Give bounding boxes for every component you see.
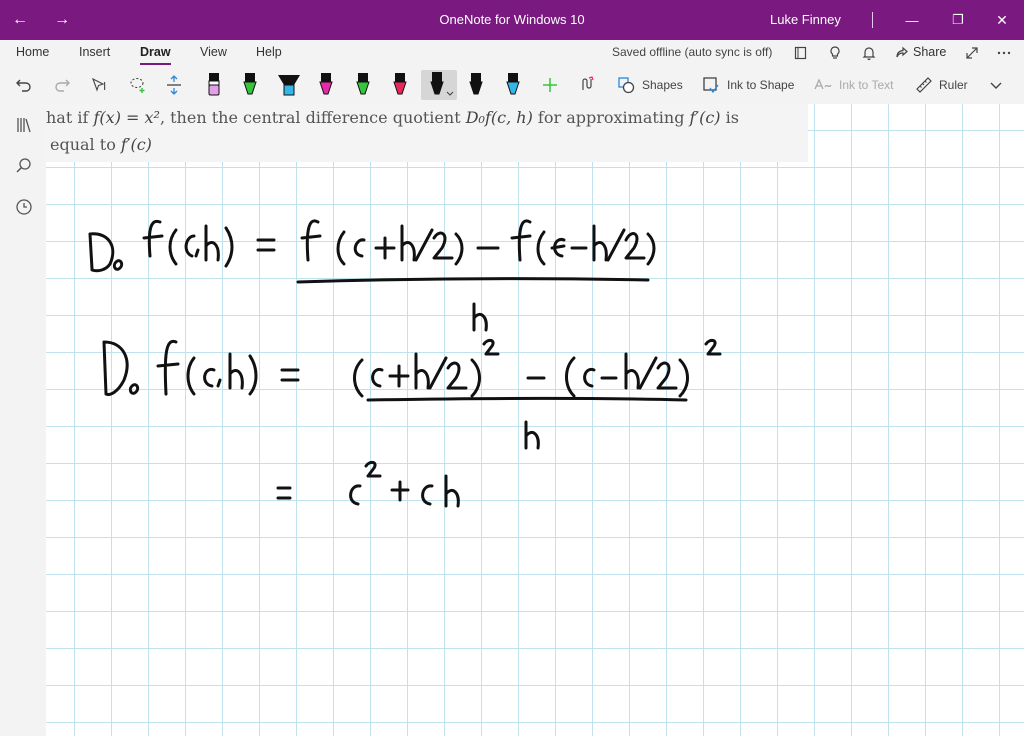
title-bar: ← → OneNote for Windows 10 Luke Finney —…: [0, 0, 1024, 40]
navigation-sidebar: [0, 104, 46, 736]
shapes-icon[interactable]: [612, 70, 640, 100]
tab-home[interactable]: Home: [16, 40, 49, 66]
ink-line-2: [102, 338, 722, 450]
tab-insert[interactable]: Insert: [79, 40, 110, 66]
sync-status: Saved offline (auto sync is off): [612, 45, 773, 59]
more-options-icon[interactable]: [994, 43, 1014, 63]
add-pen-icon[interactable]: [536, 70, 564, 100]
pen-cyan-icon[interactable]: [275, 70, 303, 100]
redo-icon[interactable]: [48, 70, 76, 100]
pen-black-2-icon[interactable]: [462, 70, 490, 100]
notebooks-icon[interactable]: [13, 114, 35, 136]
handwritten-ink[interactable]: [46, 104, 1024, 736]
tab-view[interactable]: View: [200, 40, 227, 66]
user-name[interactable]: Luke Finney: [770, 0, 841, 40]
ruler-icon[interactable]: [910, 70, 938, 100]
ink-replay-icon[interactable]: [574, 70, 602, 100]
bell-icon[interactable]: [859, 43, 879, 63]
undo-icon[interactable]: [10, 70, 38, 100]
lightbulb-icon[interactable]: [825, 43, 845, 63]
minimize-icon[interactable]: —: [892, 0, 932, 40]
pen-cyan-2-icon[interactable]: [499, 70, 527, 100]
app-title: OneNote for Windows 10: [439, 12, 585, 27]
close-icon[interactable]: ✕: [982, 0, 1022, 40]
share-button[interactable]: Share: [913, 40, 946, 66]
draw-toolbar: I Shapes Ink to Shape Ink to Text Ruler: [0, 66, 1024, 105]
add-space-icon[interactable]: [160, 70, 188, 100]
lasso-select-icon[interactable]: [124, 70, 152, 100]
search-icon[interactable]: [13, 155, 35, 177]
pen-black-selected-icon[interactable]: [421, 70, 457, 100]
title-separator: [872, 12, 873, 28]
ink-line-3: [276, 460, 460, 508]
shapes-button[interactable]: Shapes: [642, 66, 683, 104]
tab-draw[interactable]: Draw: [140, 40, 171, 66]
notebook-icon[interactable]: [791, 43, 811, 63]
ink-to-text-button: Ink to Text: [839, 78, 894, 92]
highlighter-pink-icon[interactable]: [200, 70, 228, 100]
expand-icon[interactable]: [962, 43, 982, 63]
svg-text:I: I: [103, 80, 106, 93]
ink-to-shape-icon[interactable]: [697, 70, 725, 100]
ribbon-tabs: Home Insert Draw View Help Saved offline…: [0, 40, 1024, 66]
ink-line-1: [88, 219, 656, 332]
share-icon[interactable]: [892, 43, 912, 63]
pen-magenta-icon[interactable]: [312, 70, 340, 100]
ink-to-shape-button[interactable]: Ink to Shape: [727, 66, 794, 104]
chevron-down-icon[interactable]: [982, 70, 1010, 100]
pen-red-icon[interactable]: [386, 70, 414, 100]
ruler-button[interactable]: Ruler: [939, 66, 968, 104]
ink-to-text-icon: [809, 70, 837, 100]
pen-green-2-icon[interactable]: [349, 70, 377, 100]
pen-green-icon[interactable]: [236, 70, 264, 100]
restore-icon[interactable]: ❐: [938, 0, 978, 40]
tab-help[interactable]: Help: [256, 40, 282, 66]
recent-clock-icon[interactable]: [13, 196, 35, 218]
type-select-icon[interactable]: I: [87, 70, 115, 100]
